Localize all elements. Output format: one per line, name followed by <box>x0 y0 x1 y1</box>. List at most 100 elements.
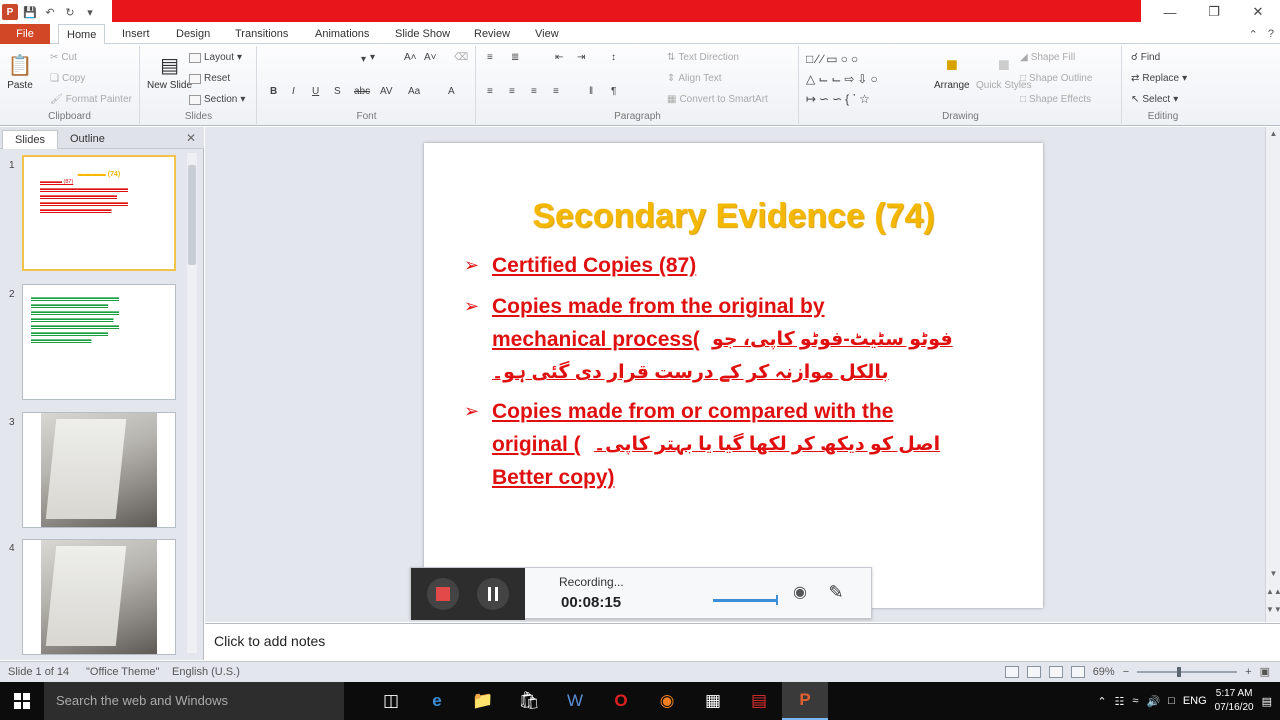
webcam-icon[interactable]: ◉ <box>789 582 811 604</box>
shapes-gallery-row3[interactable]: ↦∽∽{᾽☆ <box>806 92 873 106</box>
font-color-icon[interactable]: A <box>448 86 455 97</box>
bold-icon[interactable]: B <box>270 86 277 97</box>
slide-title[interactable]: Secondary Evidence (74) <box>424 197 1043 236</box>
line-spacing-icon[interactable]: ↕ <box>611 52 616 63</box>
slide-sorter-view-icon[interactable] <box>1026 665 1041 678</box>
network-icon[interactable]: ☷ <box>1115 695 1125 708</box>
align-center-icon[interactable]: ≡ <box>509 86 515 97</box>
maximize-icon[interactable]: ❐ <box>1192 0 1236 24</box>
customize-qat-icon[interactable]: ▾ <box>82 4 98 20</box>
copy-button[interactable]: ❏ Copy <box>50 73 85 84</box>
close-pane-icon[interactable]: ✕ <box>186 131 196 145</box>
grow-font-icon[interactable]: A˄ <box>404 52 417 63</box>
slideshow-view-icon[interactable] <box>1070 665 1085 678</box>
align-right-icon[interactable]: ≡ <box>531 86 537 97</box>
shape-outline-button[interactable]: □ Shape Outline <box>1020 73 1092 84</box>
opera-icon[interactable]: O <box>598 682 644 720</box>
action-center-icon[interactable]: □ <box>1168 695 1175 707</box>
scroll-thumb[interactable] <box>188 165 196 265</box>
find-button[interactable]: ☌ Find <box>1131 52 1160 63</box>
zoom-level[interactable]: 69% <box>1093 666 1115 678</box>
scroll-up-icon[interactable]: ▲ <box>1266 127 1280 141</box>
pen-icon[interactable]: ✎ <box>825 582 847 604</box>
tab-transitions[interactable]: Transitions <box>227 24 296 44</box>
font-size-dropdown[interactable]: ▾ <box>370 52 375 63</box>
italic-icon[interactable]: I <box>292 86 295 97</box>
taskbar-search-box[interactable]: Search the web and Windows <box>44 682 344 720</box>
tab-design[interactable]: Design <box>168 24 218 44</box>
tab-slide-show[interactable]: Slide Show <box>387 24 458 44</box>
slide-thumbnail-3[interactable] <box>22 412 176 528</box>
powerpoint-icon[interactable]: P <box>782 682 828 720</box>
tab-file[interactable]: File <box>0 24 50 44</box>
cut-button[interactable]: ✂ Cut <box>50 52 77 63</box>
slide-vertical-scrollbar[interactable]: ▲ ▼ ▲▲ ▼▼ <box>1265 127 1280 622</box>
change-case-icon[interactable]: Aa <box>408 86 420 97</box>
start-button[interactable] <box>0 682 44 720</box>
char-spacing-icon[interactable]: AV <box>380 86 393 97</box>
reset-button[interactable]: Reset <box>189 73 230 84</box>
shapes-gallery[interactable]: □∕∕▭○○ <box>806 52 861 66</box>
clear-format-icon[interactable]: ⌫ <box>454 52 468 63</box>
photos-icon[interactable]: ▦ <box>690 682 736 720</box>
file-explorer-icon[interactable]: 📁 <box>460 682 506 720</box>
select-button[interactable]: ↖ Select ▾ <box>1131 94 1178 105</box>
redo-icon[interactable]: ↻ <box>62 4 78 20</box>
notifications-icon[interactable]: ▤ <box>1262 695 1272 708</box>
align-text-button[interactable]: ⇕ Align Text <box>667 73 722 84</box>
shape-effects-button[interactable]: □ Shape Effects <box>1020 94 1091 105</box>
save-icon[interactable]: 💾 <box>22 4 38 20</box>
tab-insert[interactable]: Insert <box>114 24 158 44</box>
convert-smartart-button[interactable]: ▦ Convert to SmartArt <box>667 94 768 105</box>
slide-thumbnail-1[interactable]: ▬▬▬▬ (74) ▬▬▬▬ (87) ▬▬▬▬▬▬▬▬▬▬▬▬▬▬▬▬ ▬▬▬… <box>22 155 176 271</box>
zoom-in-icon[interactable]: + <box>1245 666 1251 678</box>
arrange-button[interactable]: ■ Arrange <box>934 50 970 92</box>
zoom-slider[interactable] <box>1137 666 1238 677</box>
rtl-icon[interactable]: ¶ <box>611 86 616 97</box>
strikethrough-icon[interactable]: abc <box>354 86 370 97</box>
task-view-icon[interactable]: ◫ <box>368 682 414 720</box>
align-left-icon[interactable]: ≡ <box>487 86 493 97</box>
minimize-ribbon-icon[interactable]: ⌃ <box>1249 28 1258 41</box>
minimize-icon[interactable]: — <box>1148 0 1192 24</box>
pause-recording-button[interactable] <box>477 578 509 610</box>
edge-icon[interactable]: e <box>414 682 460 720</box>
tab-home[interactable]: Home <box>58 24 106 45</box>
fit-slide-icon[interactable]: ▣ <box>1260 665 1270 678</box>
firefox-icon[interactable]: ◉ <box>644 682 690 720</box>
volume-slider[interactable] <box>713 595 778 605</box>
reading-view-icon[interactable] <box>1048 665 1063 678</box>
numbering-icon[interactable]: ≣ <box>511 52 519 63</box>
format-painter-button[interactable]: 🖌 Format Painter <box>50 94 132 105</box>
text-direction-button[interactable]: ⇅ Text Direction <box>667 52 739 63</box>
slides-pane-scrollbar[interactable] <box>187 153 197 653</box>
slide-thumbnail-2[interactable]: ▬▬▬▬▬▬▬▬▬▬▬▬▬▬▬▬ ▬▬▬▬▬▬▬▬▬▬▬▬▬▬ ▬▬▬▬▬▬▬▬… <box>22 284 176 400</box>
bullets-icon[interactable]: ≡ <box>487 52 493 63</box>
store-icon[interactable]: 🛍 <box>506 682 552 720</box>
shape-fill-button[interactable]: ◢ Shape Fill <box>1020 52 1075 63</box>
tab-view[interactable]: View <box>527 24 567 44</box>
tray-chevron-icon[interactable]: ⌃ <box>1097 695 1106 708</box>
acrobat-icon[interactable]: ▤ <box>736 682 782 720</box>
columns-icon[interactable]: ‖ <box>589 86 593 97</box>
justify-icon[interactable]: ≡ <box>553 86 559 97</box>
layout-button[interactable]: Layout ▾ <box>189 52 242 63</box>
shadow-icon[interactable]: S <box>334 86 341 97</box>
normal-view-icon[interactable] <box>1004 665 1019 678</box>
increase-indent-icon[interactable]: ⇥ <box>577 52 585 63</box>
notes-pane[interactable]: Click to add notes <box>205 623 1280 660</box>
shapes-gallery-row2[interactable]: △⌙⌙⇨⇩○ <box>806 72 881 86</box>
next-slide-icon[interactable]: ▼▼ <box>1266 603 1280 617</box>
slide-thumbnail-4[interactable] <box>22 539 176 655</box>
tab-review[interactable]: Review <box>466 24 518 44</box>
undo-icon[interactable]: ↶ <box>42 4 58 20</box>
section-button[interactable]: Section ▾ <box>189 94 245 105</box>
tab-outline[interactable]: Outline <box>58 130 117 149</box>
input-language[interactable]: ENG <box>1183 695 1207 707</box>
taskbar-clock[interactable]: 5:17 AM 07/16/20 <box>1215 687 1254 715</box>
wifi-icon[interactable]: ≈ <box>1132 695 1138 707</box>
help-icon[interactable]: ? <box>1268 28 1274 40</box>
scroll-down-icon[interactable]: ▼ <box>1266 567 1280 581</box>
volume-icon[interactable]: 🔊 <box>1146 695 1160 708</box>
new-slide-button[interactable]: ▤ New Slide <box>147 50 192 92</box>
